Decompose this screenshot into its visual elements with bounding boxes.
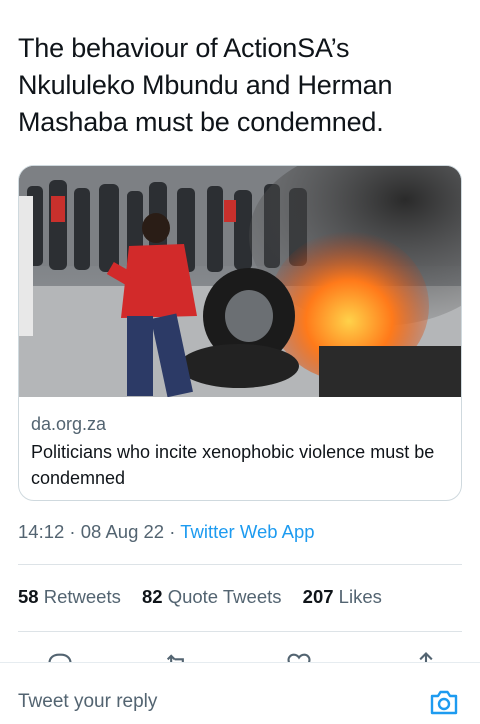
tweet-text: The behaviour of ActionSA’s Nkululeko Mb… xyxy=(18,33,393,137)
meta-separator: · xyxy=(64,521,81,542)
meta-separator: · xyxy=(164,521,181,542)
card-domain: da.org.za xyxy=(31,414,107,434)
retweets-count: 58 xyxy=(18,586,39,607)
card-image xyxy=(19,166,461,397)
reply-bar: Tweet your reply xyxy=(0,662,480,724)
tweet-meta: 14:12 · 08 Aug 22 · Twitter Web App xyxy=(18,521,315,543)
link-preview-card[interactable]: da.org.za Politicians who incite xenopho… xyxy=(18,165,462,501)
divider xyxy=(18,564,462,565)
source-app-link[interactable]: Twitter Web App xyxy=(180,521,314,542)
card-title: Politicians who incite xenophobic violen… xyxy=(31,442,435,488)
retweets-label: Retweets xyxy=(43,586,121,607)
quotes-label: Quote Tweets xyxy=(167,586,282,607)
tweet-stats: 58 Retweets 82 Quote Tweets 207 Likes xyxy=(18,586,398,608)
tweet-date: 08 Aug 22 xyxy=(80,521,165,542)
likes-stat[interactable]: 207 Likes xyxy=(303,586,382,607)
likes-label: Likes xyxy=(338,586,382,607)
divider xyxy=(18,631,462,632)
camera-icon[interactable] xyxy=(428,687,460,717)
quotes-stat[interactable]: 82 Quote Tweets xyxy=(142,586,282,607)
tweet-time: 14:12 xyxy=(18,521,65,542)
retweets-stat[interactable]: 58 Retweets xyxy=(18,586,121,607)
likes-count: 207 xyxy=(302,586,334,607)
quotes-count: 82 xyxy=(141,586,163,607)
reply-input[interactable]: Tweet your reply xyxy=(18,691,157,713)
